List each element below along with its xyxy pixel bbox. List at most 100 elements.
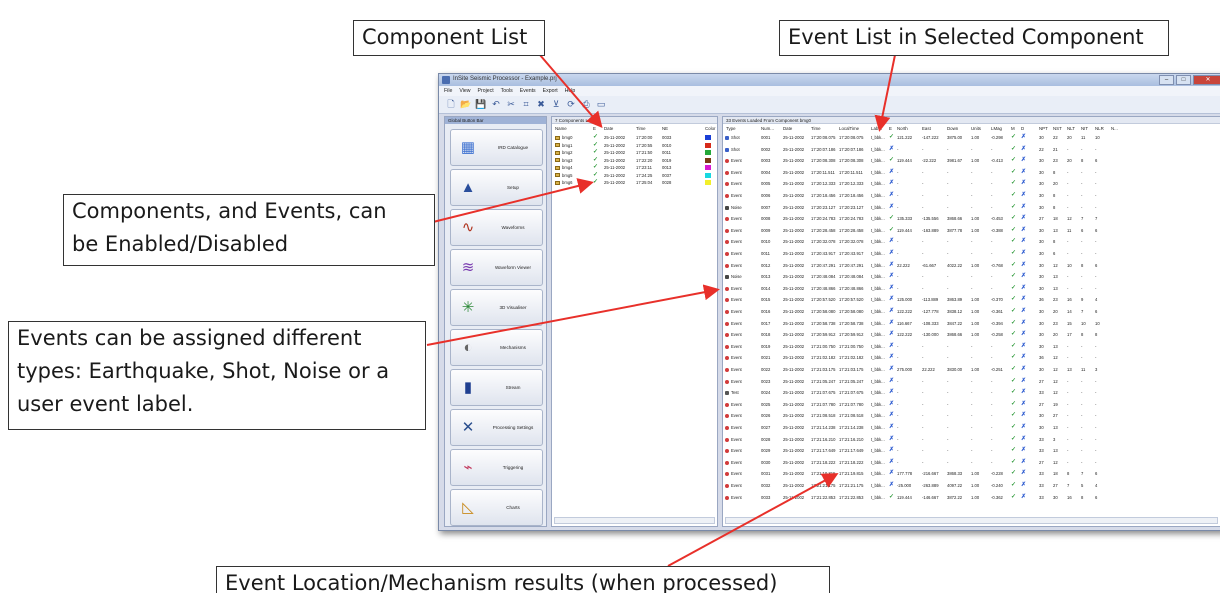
event-row[interactable]: Event 0011 25-11-2002 17:20:43.917 17:20:43.… — [723, 250, 1220, 258]
nav-button-charts[interactable]: ◺ Charts — [450, 489, 543, 526]
component-column-ne[interactable]: NE — [662, 125, 668, 132]
event-row[interactable]: Event 0032 25-11-2002 17:21:21.175 17:21:21.… — [723, 482, 1220, 490]
enabled-check-icon[interactable]: ✓ — [593, 172, 598, 180]
disabled-cross-icon[interactable]: ✗ — [1021, 331, 1026, 339]
minimize-button[interactable]: – — [1159, 75, 1174, 85]
enabled-check-icon[interactable]: ✓ — [1011, 250, 1016, 258]
disabled-cross-icon[interactable]: ✗ — [1021, 401, 1026, 409]
event-row[interactable]: Event 0018 25-11-2002 17:20:59.912 17:20:59.… — [723, 331, 1220, 339]
disabled-cross-icon[interactable]: ✗ — [1021, 494, 1026, 502]
disabled-cross-icon[interactable]: ✗ — [1021, 320, 1026, 328]
enabled-check-icon[interactable]: ✓ — [1011, 134, 1016, 142]
enabled-check-icon[interactable]: ✓ — [1011, 238, 1016, 246]
disabled-cross-icon[interactable]: ✗ — [889, 482, 894, 490]
nav-button-waveforms[interactable]: ∿ Waveforms — [450, 209, 543, 246]
component-column-e[interactable]: E — [593, 125, 596, 132]
component-color-swatch[interactable] — [705, 157, 711, 163]
new-icon[interactable]: 🗋 — [445, 99, 457, 111]
disabled-cross-icon[interactable]: ✗ — [889, 401, 894, 409]
enabled-check-icon[interactable]: ✓ — [1011, 157, 1016, 165]
event-row[interactable]: Event 0026 25-11-2002 17:21:08.518 17:21:08.… — [723, 412, 1220, 420]
event-row[interactable]: Shot 0002 25-11-2002 17:20:07.186 17:20:07.1… — [723, 146, 1220, 154]
disabled-cross-icon[interactable]: ✗ — [1021, 436, 1026, 444]
enabled-check-icon[interactable]: ✓ — [889, 227, 894, 235]
disabled-cross-icon[interactable]: ✗ — [889, 285, 894, 293]
event-column-d[interactable]: D — [1021, 125, 1024, 132]
enabled-check-icon[interactable]: ✓ — [1011, 447, 1016, 455]
event-row[interactable]: Event 0027 25-11-2002 17:21:14.238 17:21:14.… — [723, 424, 1220, 432]
event-row[interactable]: Event 0003 25-11-2002 17:20:08.308 17:20:08.… — [723, 157, 1220, 165]
disabled-cross-icon[interactable]: ✗ — [889, 169, 894, 177]
disabled-cross-icon[interactable]: ✗ — [1021, 482, 1026, 490]
component-column-color[interactable]: Color — [705, 125, 716, 132]
event-column-date[interactable]: Date — [783, 125, 792, 132]
disabled-cross-icon[interactable]: ✗ — [1021, 354, 1026, 362]
event-row[interactable]: Event 0009 25-11-2002 17:20:28.458 17:20:28.… — [723, 227, 1220, 235]
menu-tools[interactable]: Tools — [501, 88, 513, 94]
enabled-check-icon[interactable]: ✓ — [1011, 180, 1016, 188]
enabled-check-icon[interactable]: ✓ — [1011, 262, 1016, 270]
event-column-n[interactable]: N... — [1111, 125, 1118, 132]
event-list-scrollbar[interactable] — [725, 517, 1218, 524]
event-row[interactable]: Shot 0001 25-11-2002 17:20:08.075 17:20:08.0… — [723, 134, 1220, 142]
enabled-check-icon[interactable]: ✓ — [1011, 470, 1016, 478]
disabled-cross-icon[interactable]: ✗ — [1021, 447, 1026, 455]
disabled-cross-icon[interactable]: ✗ — [889, 354, 894, 362]
disabled-cross-icon[interactable]: ✗ — [1021, 389, 1026, 397]
menu-export[interactable]: Export — [543, 88, 558, 94]
enabled-check-icon[interactable]: ✓ — [1011, 273, 1016, 281]
event-row[interactable]: Event 0006 25-11-2002 17:20:18.456 17:20:18.… — [723, 192, 1220, 200]
event-column-time[interactable]: Time — [811, 125, 821, 132]
component-row[interactable]: bmg1 ✓ 25-11-2002 17:20:55 0010 — [552, 142, 717, 150]
disabled-cross-icon[interactable]: ✗ — [889, 146, 894, 154]
disabled-cross-icon[interactable]: ✗ — [889, 389, 894, 397]
disabled-cross-icon[interactable]: ✗ — [889, 366, 894, 374]
event-row[interactable]: Event 0030 25-11-2002 17:21:18.222 17:21:18.… — [723, 459, 1220, 467]
disabled-cross-icon[interactable]: ✗ — [1021, 204, 1026, 212]
nav-button-stream[interactable]: ▮ Stream — [450, 369, 543, 406]
disabled-cross-icon[interactable]: ✗ — [889, 238, 894, 246]
enabled-check-icon[interactable]: ✓ — [1011, 494, 1016, 502]
enabled-check-icon[interactable]: ✓ — [593, 149, 598, 157]
nav-button-waveform-viewer[interactable]: ≋ Waveform Viewer — [450, 249, 543, 286]
disabled-cross-icon[interactable]: ✗ — [889, 331, 894, 339]
enabled-check-icon[interactable]: ✓ — [1011, 215, 1016, 223]
event-row[interactable]: Noise 0013 25-11-2002 17:20:48.084 17:20:48.… — [723, 273, 1220, 281]
event-column-nst[interactable]: NST — [1053, 125, 1062, 132]
event-column-nlt[interactable]: NLT — [1067, 125, 1075, 132]
event-row[interactable]: Test 0024 25-11-2002 17:21:07.675 17:21:07.6… — [723, 389, 1220, 397]
event-row[interactable]: Noise 0007 25-11-2002 17:20:23.127 17:20:23.… — [723, 204, 1220, 212]
disabled-cross-icon[interactable]: ✗ — [1021, 192, 1026, 200]
enabled-check-icon[interactable]: ✓ — [889, 494, 894, 502]
enabled-check-icon[interactable]: ✓ — [1011, 366, 1016, 374]
enabled-check-icon[interactable]: ✓ — [1011, 285, 1016, 293]
menu-events[interactable]: Events — [520, 88, 536, 94]
event-column-npt[interactable]: NPT — [1039, 125, 1048, 132]
event-row[interactable]: Event 0019 25-11-2002 17:21:00.750 17:21:00.… — [723, 343, 1220, 351]
component-color-swatch[interactable] — [705, 142, 711, 148]
disabled-cross-icon[interactable]: ✗ — [1021, 134, 1026, 142]
event-column-nit[interactable]: NIT — [1081, 125, 1088, 132]
disabled-cross-icon[interactable]: ✗ — [1021, 157, 1026, 165]
disabled-cross-icon[interactable]: ✗ — [889, 204, 894, 212]
disabled-cross-icon[interactable]: ✗ — [1021, 215, 1026, 223]
filter-icon[interactable]: ⊻ — [550, 99, 562, 111]
menu-view[interactable]: View — [459, 88, 470, 94]
disabled-cross-icon[interactable]: ✗ — [1021, 238, 1026, 246]
enabled-check-icon[interactable]: ✓ — [1011, 308, 1016, 316]
disabled-cross-icon[interactable]: ✗ — [1021, 180, 1026, 188]
event-column-units[interactable]: Units — [971, 125, 981, 132]
disabled-cross-icon[interactable]: ✗ — [1021, 262, 1026, 270]
enabled-check-icon[interactable]: ✓ — [1011, 459, 1016, 467]
enabled-check-icon[interactable]: ✓ — [1011, 354, 1016, 362]
enabled-check-icon[interactable]: ✓ — [593, 134, 598, 142]
disabled-cross-icon[interactable]: ✗ — [889, 250, 894, 258]
close-button[interactable]: ✕ — [1193, 75, 1220, 85]
component-column-name[interactable]: Name — [555, 125, 567, 132]
enabled-check-icon[interactable]: ✓ — [1011, 169, 1016, 177]
component-color-swatch[interactable] — [705, 135, 711, 140]
nav-button-setup[interactable]: ▲ Setup — [450, 169, 543, 206]
event-column-m[interactable]: M — [1011, 125, 1015, 132]
menu-file[interactable]: File — [444, 88, 452, 94]
event-row[interactable]: Event 0031 25-11-2002 17:21:19.815 17:21:19.… — [723, 470, 1220, 478]
